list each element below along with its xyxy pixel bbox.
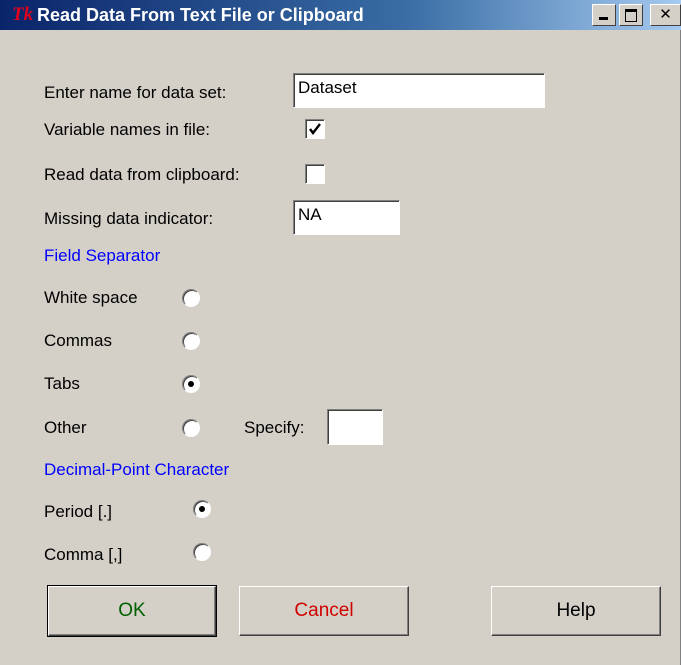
missing-data-label: Missing data indicator:	[44, 209, 214, 228]
radio-comma[interactable]	[193, 543, 211, 561]
decimal-heading: Decimal-Point Character	[44, 460, 230, 479]
radio-white-space[interactable]	[182, 289, 200, 307]
dataset-name-input[interactable]: Dataset	[293, 73, 545, 108]
radio-label-commas: Commas	[44, 331, 113, 350]
close-button[interactable]: ✕	[650, 4, 681, 26]
tk-app-icon: Tk	[12, 4, 34, 25]
radio-label-period: Period [.]	[44, 502, 113, 521]
maximize-icon	[625, 9, 637, 22]
specify-input[interactable]	[327, 409, 383, 445]
radio-selected-dot	[199, 506, 205, 512]
dialog-window: Tk Read Data From Text File or Clipboard…	[0, 0, 681, 665]
window-title: Read Data From Text File or Clipboard	[37, 5, 364, 25]
radio-selected-dot	[188, 381, 194, 387]
help-button[interactable]: Help	[491, 586, 661, 636]
radio-label-other: Other	[44, 418, 87, 437]
checkmark-icon	[309, 123, 321, 135]
title-bar[interactable]: Tk Read Data From Text File or Clipboard…	[0, 0, 681, 30]
radio-label-comma: Comma [,]	[44, 545, 123, 564]
variable-names-label: Variable names in file:	[44, 120, 210, 139]
minimize-button[interactable]	[592, 4, 616, 26]
radio-label-white-space: White space	[44, 288, 138, 307]
specify-label: Specify:	[244, 418, 305, 437]
field-separator-heading: Field Separator	[44, 246, 161, 265]
radio-commas[interactable]	[182, 332, 200, 350]
clipboard-label: Read data from clipboard:	[44, 165, 240, 184]
clipboard-checkbox[interactable]	[305, 164, 325, 184]
dataset-name-label: Enter name for data set:	[44, 83, 227, 102]
cancel-button[interactable]: Cancel	[239, 586, 409, 636]
maximize-button[interactable]	[619, 4, 643, 26]
ok-button[interactable]: OK	[47, 585, 217, 637]
radio-period[interactable]	[193, 500, 211, 518]
minimize-icon	[599, 17, 608, 20]
radio-other[interactable]	[182, 419, 200, 437]
radio-tabs[interactable]	[182, 375, 200, 393]
missing-data-input[interactable]: NA	[293, 200, 400, 235]
close-icon: ✕	[659, 6, 672, 23]
radio-label-tabs: Tabs	[44, 374, 80, 393]
variable-names-checkbox[interactable]	[305, 119, 325, 139]
